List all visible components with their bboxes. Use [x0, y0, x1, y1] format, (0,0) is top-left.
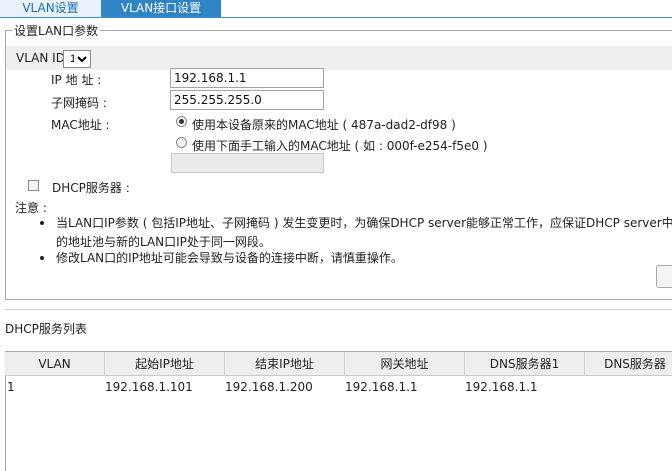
ip-address-input[interactable] — [170, 68, 324, 88]
vlan-id-label: VLAN ID — [16, 51, 65, 65]
apply-button[interactable] — [656, 265, 672, 288]
table-cell-vlan: 1 — [7, 380, 15, 394]
vlan-id-select[interactable]: 1 — [63, 50, 91, 68]
mac-address-label: MAC地址 : — [51, 118, 110, 132]
ip-address-label: IP 地 址 : — [51, 73, 102, 87]
subnet-mask-label: 子网掩码 : — [51, 96, 107, 110]
note-bullet — [40, 256, 44, 260]
table-cell-dns1: 192.168.1.1 — [465, 380, 538, 394]
vlan-id-row — [6, 46, 672, 70]
note-label: 注意 : — [15, 201, 47, 215]
dhcp-server-label: DHCP服务器 : — [52, 181, 130, 195]
table-cell-gateway: 192.168.1.1 — [345, 380, 418, 394]
section-divider — [5, 309, 672, 310]
note-2: 修改LAN口的IP地址可能会导致与设备的连接中断，请慎重操作。 — [56, 251, 403, 265]
mac-custom-input[interactable] — [171, 153, 324, 173]
tab-vlan-settings[interactable]: VLAN设置 — [0, 0, 102, 17]
column-header-start-ip[interactable]: 起始IP地址 — [105, 352, 225, 376]
note-1-line-1: 当LAN口IP参数 ( 包括IP地址、子网掩码 ) 发生变更时，为确保DHCP … — [56, 216, 672, 230]
fieldset-legend: 设置LAN口参数 — [12, 22, 101, 39]
column-header-dns1[interactable]: DNS服务器1 — [465, 352, 585, 376]
mac-option-default-radio[interactable] — [176, 116, 187, 127]
column-header-vlan[interactable]: VLAN — [5, 352, 105, 376]
tab-bar: VLAN设置 VLAN接口设置 — [0, 0, 672, 18]
table-cell-start-ip: 192.168.1.101 — [105, 380, 193, 394]
column-header-gateway[interactable]: 网关地址 — [345, 352, 465, 376]
mac-option-default-label: 使用本设备原来的MAC地址 ( 487a-dad2-df98 ) — [192, 118, 456, 132]
tab-vlan-interface-settings[interactable]: VLAN接口设置 — [101, 0, 221, 17]
note-1-line-2: 的地址池与新的LAN口IP处于同一网段。 — [56, 235, 271, 249]
mac-option-manual-radio[interactable] — [176, 137, 187, 148]
column-header-dns2[interactable]: DNS服务器 — [585, 352, 672, 376]
mac-option-manual-label: 使用下面手工输入的MAC地址 ( 如 : 000f-e254-f5e0 ) — [192, 139, 488, 153]
subnet-mask-input[interactable] — [170, 90, 324, 110]
dhcp-list-header: VLAN 起始IP地址 结束IP地址 网关地址 DNS服务器1 DNS服务器 — [5, 351, 672, 376]
table-cell-end-ip: 192.168.1.200 — [225, 380, 313, 394]
dhcp-server-checkbox[interactable] — [28, 180, 39, 191]
dhcp-list-title: DHCP服务列表 — [5, 322, 87, 336]
note-bullet — [40, 221, 44, 225]
column-header-end-ip[interactable]: 结束IP地址 — [225, 352, 345, 376]
